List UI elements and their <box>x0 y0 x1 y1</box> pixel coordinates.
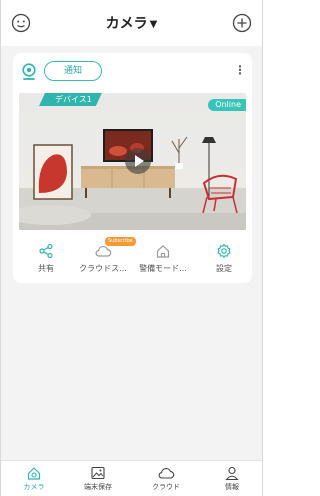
settings-button[interactable]: 設定 <box>194 243 254 279</box>
camera-status-icon <box>22 63 36 80</box>
bottom-tab-bar: カメラ 端末保存 クラウド 情報 <box>1 460 262 496</box>
person-icon <box>225 466 239 481</box>
play-icon[interactable] <box>125 148 151 174</box>
share-icon <box>39 243 53 259</box>
tab-local-storage[interactable]: 端末保存 <box>73 465 123 492</box>
device-card: 通知 ⋮ デバイス1 Online 共有 Subscribe クラウドス... … <box>13 53 252 283</box>
settings-label: 設定 <box>216 264 232 273</box>
page-title: カメラ <box>105 16 148 32</box>
camera-selector[interactable]: カメラ ▼ <box>1 13 262 33</box>
subscribe-badge: Subscribe <box>105 237 136 246</box>
more-options-icon[interactable]: ⋮ <box>234 63 246 79</box>
tab-camera[interactable]: カメラ <box>9 465 59 492</box>
caret-down-icon: ▼ <box>149 19 158 30</box>
app-screen: カメラ ▼ 通知 ⋮ デバイス1 Online 共有 Subscribe クラウ… <box>0 0 263 496</box>
camera-nav-icon <box>27 467 41 480</box>
camera-preview[interactable]: デバイス1 Online <box>19 93 246 230</box>
tab-cloud-label: クラウド <box>152 483 180 491</box>
device-actions: 共有 Subscribe クラウドス... 警備モード... 設定 <box>13 237 254 279</box>
share-label: 共有 <box>38 264 54 273</box>
image-icon <box>91 466 105 480</box>
tab-cloud[interactable]: クラウド <box>141 465 191 492</box>
top-bar: カメラ ▼ <box>1 0 262 46</box>
cloud-storage-label: クラウドス... <box>79 264 127 273</box>
share-button[interactable]: 共有 <box>16 243 76 279</box>
cloud-nav-icon <box>158 468 175 479</box>
add-icon[interactable] <box>231 12 253 34</box>
notification-button[interactable]: 通知 <box>44 61 102 81</box>
gear-icon <box>217 243 231 259</box>
device-name-tag: デバイス1 <box>39 93 102 106</box>
home-icon <box>156 245 170 258</box>
online-status-badge: Online <box>208 99 246 111</box>
tab-camera-label: カメラ <box>23 483 45 491</box>
tab-local-storage-label: 端末保存 <box>84 483 112 491</box>
tab-info[interactable]: 情報 <box>207 465 257 492</box>
security-mode-label: 警備モード... <box>139 264 187 273</box>
tab-info-label: 情報 <box>225 483 239 491</box>
cloud-storage-button[interactable]: Subscribe クラウドス... <box>73 237 136 279</box>
security-mode-button[interactable]: 警備モード... <box>133 243 193 279</box>
